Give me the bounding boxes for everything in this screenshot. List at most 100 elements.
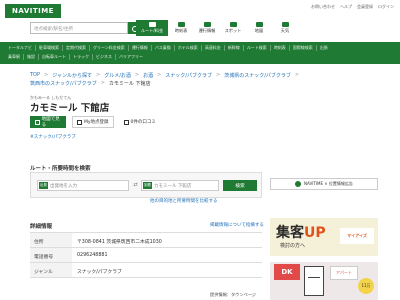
- breadcrumb-item[interactable]: ジャンルから探す: [52, 72, 92, 79]
- top-link-contact[interactable]: お問い合わせ: [311, 4, 335, 10]
- ad-banner-marketing[interactable]: 集客UP 検討の方へ マイアイズ: [270, 218, 378, 256]
- breadcrumb-separator: >: [294, 72, 300, 78]
- location-ad-banner[interactable]: NAVITIME × 位置情報広告: [270, 178, 378, 190]
- sub-nav-item[interactable]: ビジネス: [92, 54, 115, 60]
- origin-placeholder: 出発地を入力: [50, 184, 77, 189]
- route-icon: [148, 22, 156, 27]
- ad2-layout-tag: DK: [274, 264, 300, 280]
- info-key-address: 住所: [30, 233, 72, 247]
- sub-nav-item[interactable]: 施設: [23, 54, 38, 60]
- tab-spot-label: スポット: [224, 28, 242, 33]
- ad2-label: アパート: [330, 266, 358, 280]
- info-value-address: 〒308-0841 茨城県筑西市二木成1030: [77, 240, 162, 245]
- tab-spot[interactable]: スポット: [220, 20, 246, 36]
- sub-nav-row-1: トータルナビ 駐車場検索 定期代検索 グリーン料金検索 運行情報 バス乗換 ホテ…: [5, 45, 395, 51]
- breadcrumb-item[interactable]: お酒: [143, 72, 153, 79]
- sub-nav-item[interactable]: トータルナビ: [5, 45, 35, 51]
- sub-nav: トータルナビ 駐車場検索 定期代検索 グリーン料金検索 運行情報 バス乗換 ホテ…: [0, 42, 400, 64]
- tab-timetable[interactable]: 時刻表: [168, 20, 194, 36]
- tab-operation[interactable]: 運行情報: [194, 20, 220, 36]
- origin-input[interactable]: 出発 出発地を入力: [37, 180, 129, 191]
- view-map-label: 地図で見る: [41, 117, 60, 128]
- breadcrumb-current: カモミール 下館店: [108, 81, 151, 87]
- weather-icon: [281, 22, 289, 27]
- navitime-mark-icon: [295, 181, 302, 187]
- sub-nav-item[interactable]: ホテル検索: [173, 45, 201, 51]
- breadcrumb-item[interactable]: 筑西市のスナック/パブクラブ: [30, 80, 97, 87]
- sub-nav-item[interactable]: 自転車ルート: [38, 54, 69, 60]
- tab-map-label: 地図: [254, 28, 264, 33]
- table-row: 電話番号 0296248881: [30, 248, 262, 263]
- review-label: 0件の口コミ: [130, 120, 156, 125]
- info-value-phone[interactable]: 0296248881: [72, 248, 113, 262]
- breadcrumb-separator: >: [134, 72, 140, 78]
- sub-nav-item[interactable]: バス乗換: [150, 45, 174, 51]
- breadcrumb-item[interactable]: TOP: [30, 72, 40, 79]
- location-ad-label: NAVITIME × 位置情報広告: [304, 181, 353, 186]
- my-spot-button[interactable]: My地点登録: [72, 116, 114, 128]
- breadcrumb-item[interactable]: グルメ/お酒: [104, 72, 131, 79]
- route-search-button[interactable]: 検索: [223, 180, 257, 191]
- tab-timetable-label: 時刻表: [174, 28, 188, 33]
- ad2-price-badge: 11万: [358, 278, 374, 294]
- navitime-logo[interactable]: NAVITIME: [5, 4, 61, 18]
- swap-icon[interactable]: ⇄: [132, 183, 139, 188]
- map-icon: [35, 119, 40, 125]
- tab-weather[interactable]: 天気: [272, 20, 298, 36]
- origin-tag: 出発: [39, 182, 48, 189]
- genre-tag-link[interactable]: #スナック/パブクラブ: [30, 134, 76, 140]
- action-row: 地図で見る My地点登録 0件の口コミ: [30, 116, 160, 128]
- search-input[interactable]: 地点検索/駅名/住所: [30, 22, 128, 34]
- sub-nav-item[interactable]: 高速料金: [200, 45, 224, 51]
- destination-input[interactable]: 到着 カモミール 下館店: [141, 180, 219, 191]
- details-heading: 詳細情報: [30, 224, 53, 230]
- sub-nav-item[interactable]: ルート検索: [242, 45, 270, 51]
- sub-nav-item[interactable]: 出張: [315, 45, 331, 51]
- route-search-heading: ルート・所要時間を検索: [30, 166, 91, 172]
- info-key-phone: 電話番号: [30, 248, 72, 262]
- page-title: カモミール 下館店: [30, 103, 110, 114]
- sub-nav-item[interactable]: バリアフリー: [115, 54, 146, 60]
- ad-banner-realestate[interactable]: DK アパート 11万: [270, 262, 378, 300]
- sub-nav-item[interactable]: 新幹線: [223, 45, 243, 51]
- table-row: 住所 〒308-0841 茨城県筑西市二木成1030: [30, 233, 262, 248]
- sub-nav-item[interactable]: トラック: [69, 54, 92, 60]
- tab-route[interactable]: ルート/料金: [136, 20, 168, 36]
- info-key-genre: ジャンル: [30, 263, 72, 277]
- sub-nav-item[interactable]: 国際線検索: [288, 45, 316, 51]
- table-row: ジャンル スナック/パブクラブ: [30, 263, 262, 278]
- tab-map[interactable]: 地図: [246, 20, 272, 36]
- view-map-button[interactable]: 地図で見る: [30, 116, 66, 128]
- bookmark-icon: [77, 119, 82, 125]
- top-link-register[interactable]: 会員登録: [357, 4, 373, 10]
- data-provider: 提供情報：タウンページ: [210, 292, 256, 297]
- top-link-login[interactable]: ログイン: [378, 4, 394, 10]
- sub-nav-item[interactable]: 運行情報: [127, 45, 151, 51]
- breadcrumb: TOP > ジャンルから探す > グルメ/お酒 > お酒 > スナック/パブクラブ > 茨…: [30, 72, 299, 79]
- breadcrumb-separator: >: [157, 72, 162, 78]
- breadcrumb-separator: >: [95, 72, 101, 78]
- breadcrumb-item[interactable]: スナック/パブクラブ: [165, 72, 212, 79]
- compare-destinations-link[interactable]: 他の目的地と所要時間を比較する: [150, 198, 218, 204]
- sub-nav-item[interactable]: 時刻表: [269, 45, 289, 51]
- breadcrumb-line-2: 筑西市のスナック/パブクラブ > カモミール 下館店: [30, 80, 150, 87]
- sub-nav-item[interactable]: グリーン料金検索: [89, 45, 128, 51]
- tab-route-label: ルート/料金: [140, 28, 164, 33]
- main-nav: ルート/料金 時刻表 運行情報 スポット 地図 天気: [136, 20, 298, 36]
- my-spot-label: My地点登録: [84, 120, 109, 125]
- sub-nav-item[interactable]: 駐車場検索: [35, 45, 62, 51]
- ad1-subtext: 検討の方へ: [280, 243, 306, 249]
- comment-icon: [123, 119, 129, 125]
- header: NAVITIME お問い合わせ ヘルプ 会員登録 ログイン 地点検索/駅名/住所…: [0, 0, 400, 38]
- report-info-link[interactable]: 掲載情報について指摘する: [210, 222, 264, 228]
- sub-nav-item[interactable]: 定期代検索: [62, 45, 89, 51]
- ad1-headline-a: 集客: [276, 225, 304, 241]
- floor-plan-icon: [304, 266, 324, 296]
- breadcrumb-item[interactable]: 茨城県のスナック/パブクラブ: [224, 72, 291, 79]
- breadcrumb-separator: >: [100, 80, 105, 86]
- sub-nav-item[interactable]: 乗車駅: [5, 54, 23, 60]
- top-links: お問い合わせ ヘルプ 会員登録 ログイン: [311, 4, 394, 10]
- map-icon: [255, 22, 263, 27]
- top-link-help[interactable]: ヘルプ: [340, 4, 352, 10]
- review-link[interactable]: 0件の口コミ: [119, 116, 160, 128]
